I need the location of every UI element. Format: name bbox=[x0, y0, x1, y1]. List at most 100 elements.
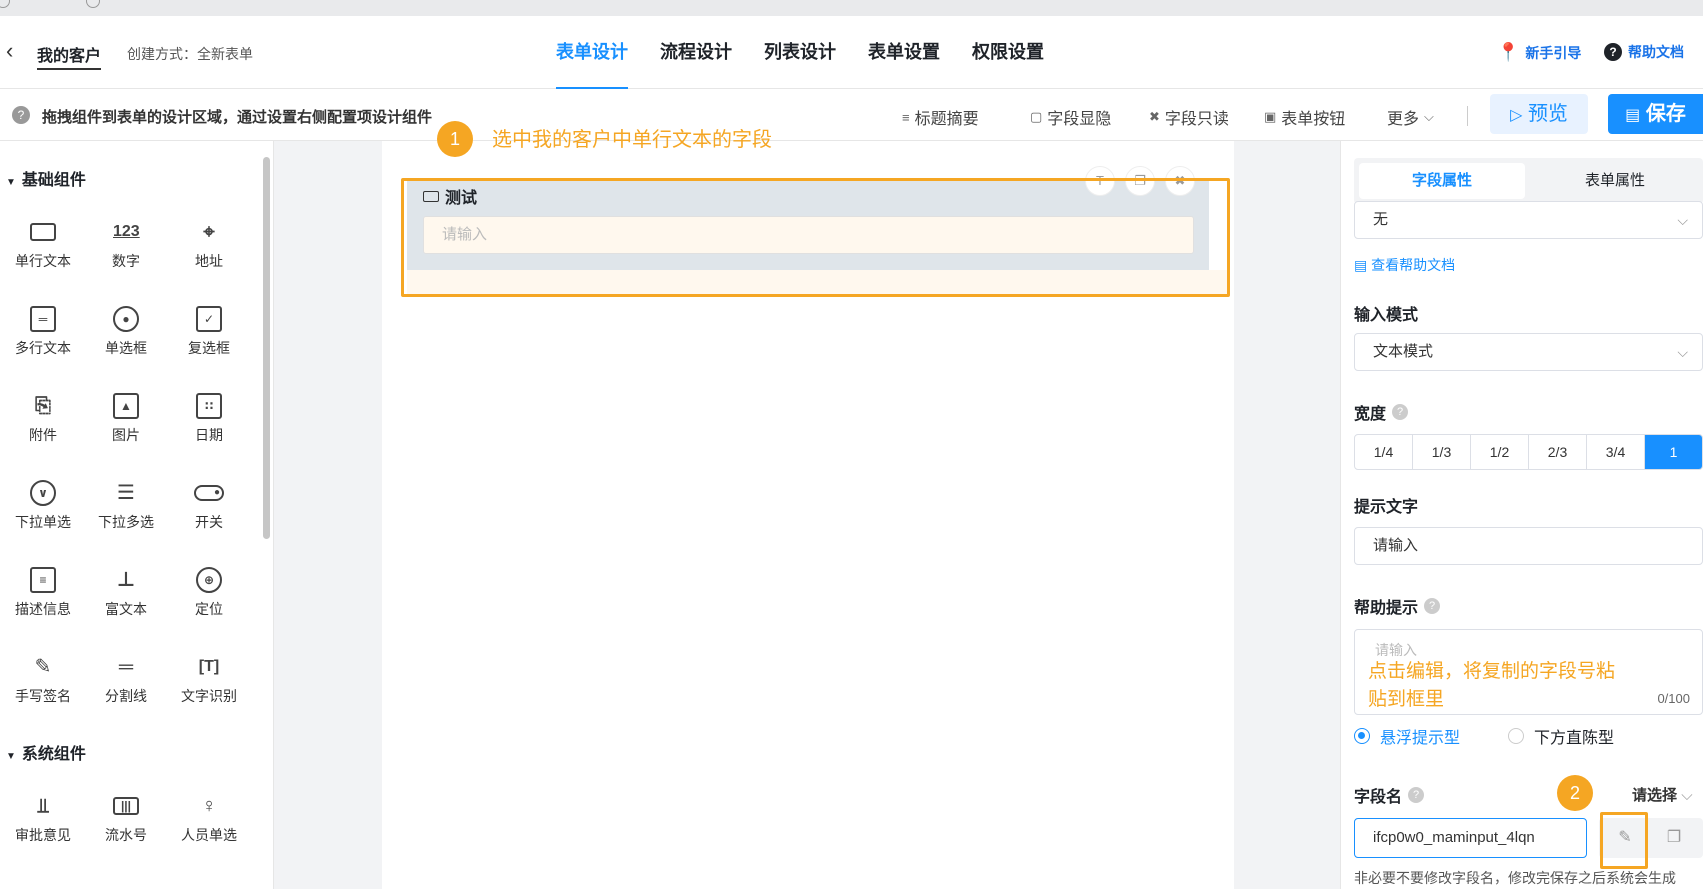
serial-number-icon: ||| bbox=[113, 797, 139, 815]
title-summary-button[interactable]: ≡ 标题摘要 bbox=[902, 105, 979, 129]
width-option-1[interactable]: 1 bbox=[1645, 435, 1702, 469]
component-address[interactable]: ⌖ 地址 bbox=[168, 219, 250, 289]
component-signature[interactable]: ✎ 手写签名 bbox=[2, 654, 84, 724]
component-checkbox[interactable]: ✓ 复选框 bbox=[168, 306, 250, 376]
radio-below-hint[interactable]: 下方直陈型 bbox=[1508, 724, 1614, 748]
more-dropdown[interactable]: 更多 ⌵ bbox=[1387, 105, 1434, 129]
component-dropdown-single[interactable]: ∨ 下拉单选 bbox=[2, 480, 84, 550]
edit-pencil-icon[interactable]: ✎ bbox=[1599, 818, 1651, 858]
multi-line-text-icon: ═ bbox=[30, 306, 56, 332]
tab-list-design[interactable]: 列表设计 bbox=[764, 16, 836, 89]
image-icon: ▲ bbox=[113, 393, 139, 419]
width-option-1-2[interactable]: 1/2 bbox=[1471, 435, 1529, 469]
component-dropdown-multi[interactable]: ☰ 下拉多选 bbox=[85, 480, 167, 550]
component-divider[interactable]: ═ 分割线 bbox=[85, 654, 167, 724]
component-approval-opinion[interactable]: ⫫ 审批意见 bbox=[2, 793, 84, 863]
back-arrow-icon[interactable]: ‹ bbox=[6, 40, 13, 62]
component-rich-text[interactable]: ⊥ 富文本 bbox=[85, 567, 167, 637]
signature-icon: ✎ bbox=[34, 656, 52, 678]
component-text-recognition[interactable]: [T] 文字识别 bbox=[168, 654, 250, 724]
title-icon: ≡ bbox=[902, 109, 910, 125]
chevron-down-icon: ⌵ bbox=[1424, 109, 1434, 124]
help-doc-link[interactable]: ? 帮助文档 bbox=[1604, 42, 1684, 62]
app-title[interactable]: 我的客户 bbox=[37, 42, 102, 70]
field-readonly-button[interactable]: ✖ 字段只读 bbox=[1149, 105, 1229, 129]
radio-float-hint[interactable]: 悬浮提示型 bbox=[1354, 724, 1460, 748]
component-image[interactable]: ▲ 图片 bbox=[85, 393, 167, 463]
component-single-line-text[interactable]: 单行文本 bbox=[2, 219, 84, 289]
document-icon: ▤ bbox=[1354, 257, 1368, 273]
component-serial-number[interactable]: ||| 流水号 bbox=[85, 793, 167, 863]
guide-link[interactable]: 📍 新手引导 bbox=[1497, 42, 1581, 63]
placeholder-input[interactable]: 请输入 bbox=[1354, 527, 1703, 565]
top-select[interactable]: 无 ⌵ bbox=[1354, 201, 1703, 239]
tab-permission-settings[interactable]: 权限设置 bbox=[972, 16, 1044, 89]
question-icon: ? bbox=[1604, 43, 1622, 61]
radio-icon: ● bbox=[113, 306, 139, 332]
component-label: 手写签名 bbox=[15, 688, 71, 704]
question-icon[interactable]: ? bbox=[1392, 404, 1409, 420]
width-option-2-3[interactable]: 2/3 bbox=[1529, 435, 1587, 469]
component-label: 复选框 bbox=[188, 340, 230, 356]
field-visibility-label: 字段显隐 bbox=[1047, 111, 1112, 128]
top-header: ‹ 我的客户 创建方式：全新表单 表单设计 流程设计 列表设计 表单设置 权限设… bbox=[0, 16, 1703, 89]
chevron-down-icon: ⌵ bbox=[1677, 344, 1688, 360]
tab-form-settings[interactable]: 表单设置 bbox=[868, 16, 940, 89]
form-buttons-button[interactable]: ▣ 表单按钮 bbox=[1264, 105, 1345, 129]
input-mode-label: 输入模式 bbox=[1354, 307, 1419, 324]
preview-button[interactable]: ▷ 预览 bbox=[1490, 94, 1588, 134]
width-option-3-4[interactable]: 3/4 bbox=[1587, 435, 1645, 469]
field-name-select[interactable]: 请选择 ⌵ bbox=[1632, 784, 1693, 805]
component-multi-line-text[interactable]: ═ 多行文本 bbox=[2, 306, 84, 376]
copy-icon[interactable]: ❐ bbox=[1125, 166, 1155, 196]
width-section-label: 宽度 ? bbox=[1354, 400, 1409, 424]
system-components-title[interactable]: ▼ 系统组件 bbox=[6, 740, 86, 764]
field-visibility-button[interactable]: ▢ 字段显隐 bbox=[1030, 105, 1111, 129]
location-pin-icon: ⌖ bbox=[203, 221, 215, 243]
delete-icon[interactable]: ✖ bbox=[1165, 166, 1195, 196]
basic-components-title[interactable]: ▼ 基础组件 bbox=[6, 166, 86, 190]
divider-icon: ═ bbox=[118, 656, 134, 678]
view-help-doc-link[interactable]: ▤ 查看帮助文档 bbox=[1354, 255, 1455, 275]
tab-field-properties[interactable]: 字段属性 bbox=[1359, 163, 1525, 199]
field-name-section-label: 字段名 ? bbox=[1354, 783, 1425, 807]
component-label: 富文本 bbox=[105, 601, 147, 617]
window-control-icon[interactable] bbox=[0, 0, 10, 8]
window-control-icon[interactable] bbox=[86, 0, 100, 8]
component-date[interactable]: ∷ 日期 bbox=[168, 393, 250, 463]
copy-field-icon[interactable]: ❐ bbox=[1645, 818, 1703, 858]
help-doc-label: 帮助文档 bbox=[1628, 44, 1684, 60]
visibility-icon: ▢ bbox=[1030, 109, 1043, 124]
callout-text-1: 选中我的客户中单行文本的字段 bbox=[492, 129, 772, 151]
component-label: 附件 bbox=[29, 427, 57, 443]
component-description[interactable]: ≡ 描述信息 bbox=[2, 567, 84, 637]
field-preview-input[interactable]: 请输入 bbox=[423, 216, 1194, 254]
save-label: 保存 bbox=[1645, 103, 1686, 125]
save-button[interactable]: ▤ 保存 bbox=[1608, 94, 1703, 134]
tab-process-design[interactable]: 流程设计 bbox=[660, 16, 732, 89]
input-mode-select[interactable]: 文本模式 ⌵ bbox=[1354, 333, 1703, 371]
panel-scrollbar[interactable] bbox=[263, 157, 270, 539]
component-radio[interactable]: ● 单选框 bbox=[85, 306, 167, 376]
component-person-single[interactable]: ♀ 人员单选 bbox=[168, 793, 250, 863]
info-icon: ? bbox=[12, 106, 30, 124]
component-toggle[interactable]: ● 开关 bbox=[168, 480, 250, 550]
dropdown-single-icon: ∨ bbox=[30, 480, 56, 506]
component-number[interactable]: 123 数字 bbox=[85, 219, 167, 289]
tab-form-design[interactable]: 表单设计 bbox=[556, 16, 628, 89]
width-option-1-4[interactable]: 1/4 bbox=[1355, 435, 1413, 469]
char-count: 0/100 bbox=[1657, 691, 1690, 706]
field-name-input[interactable]: ifcp0w0_maminput_4lqn bbox=[1354, 818, 1587, 858]
question-icon[interactable]: ? bbox=[1408, 787, 1425, 803]
component-attachment[interactable]: ⎘ 附件 bbox=[2, 393, 84, 463]
callout-number-2: 2 bbox=[1557, 775, 1593, 811]
tab-form-properties[interactable]: 表单属性 bbox=[1532, 163, 1698, 199]
component-label: 定位 bbox=[195, 601, 223, 617]
width-option-1-3[interactable]: 1/3 bbox=[1413, 435, 1471, 469]
text-format-icon[interactable]: T bbox=[1085, 166, 1115, 196]
question-icon[interactable]: ? bbox=[1424, 598, 1441, 614]
component-label: 单选框 bbox=[105, 340, 147, 356]
single-line-text-icon bbox=[423, 190, 439, 202]
toolbar-tip: 拖拽组件到表单的设计区域，通过设置右侧配置项设计组件 bbox=[42, 109, 433, 126]
component-positioning[interactable]: ⊕ 定位 bbox=[168, 567, 250, 637]
